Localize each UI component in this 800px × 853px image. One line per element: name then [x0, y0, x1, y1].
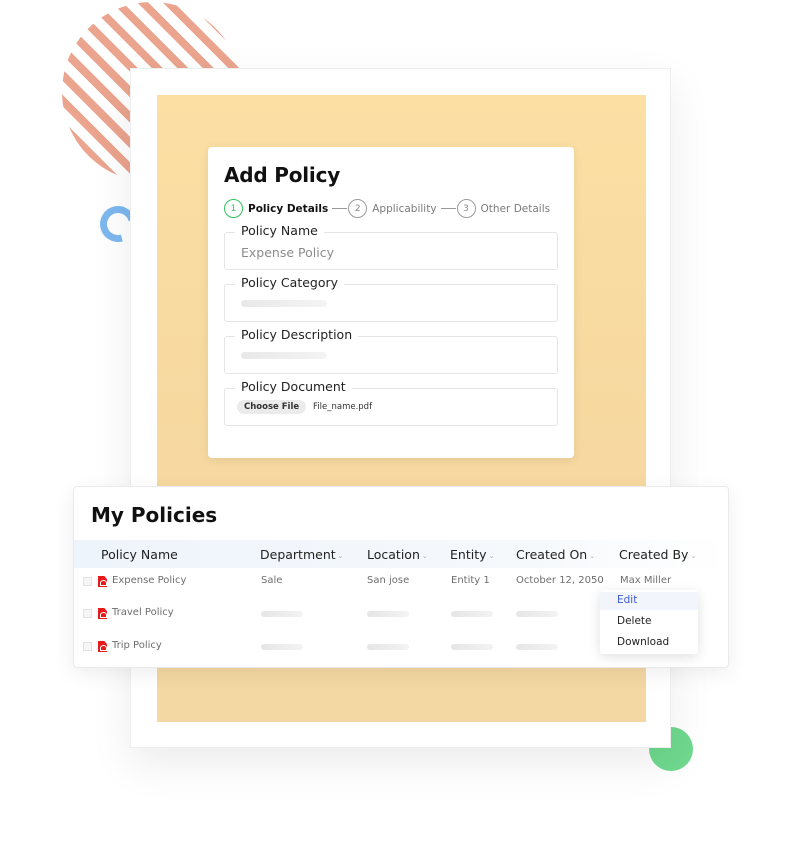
step-applicability[interactable]: 2 Applicability: [348, 199, 437, 218]
stepper: 1 Policy Details 2 Applicability 3 Other…: [224, 199, 558, 218]
column-header-created-on[interactable]: Created On ⌄: [516, 547, 595, 562]
add-policy-title: Add Policy: [224, 163, 341, 187]
menu-item-download[interactable]: Download: [617, 636, 669, 648]
column-label: Department: [260, 547, 336, 562]
policy-name-placeholder: Expense Policy: [241, 245, 334, 260]
cell-location: San jose: [367, 575, 410, 586]
chevron-down-icon: ⌄: [488, 551, 495, 560]
policy-document-label: Policy Document: [235, 379, 352, 394]
step-label: Other Details: [480, 202, 551, 215]
cell-policy-name: Expense Policy: [112, 575, 187, 586]
policy-description-label: Policy Description: [235, 327, 359, 342]
column-label: Policy Name: [101, 547, 178, 562]
cell-department: Sale: [261, 575, 283, 586]
cell-skeleton: [516, 644, 558, 650]
table-header: Policy Name Department ⌄ Location ⌄ Entity…: [74, 540, 728, 568]
cell-skeleton: [367, 644, 409, 650]
step-connector: [332, 208, 348, 209]
pdf-file-icon: [98, 608, 107, 619]
column-header-department[interactable]: Department ⌄: [260, 547, 344, 562]
placeholder-skeleton: [241, 300, 327, 307]
row-checkbox[interactable]: [83, 609, 92, 618]
cell-policy-name: Travel Policy: [112, 607, 174, 618]
column-label: Created On: [516, 547, 588, 562]
add-policy-card: Add Policy 1 Policy Details 2 Applicabil…: [208, 147, 574, 458]
step-number-icon: 2: [348, 199, 368, 218]
step-number-icon: 1: [224, 199, 243, 218]
step-policy-details[interactable]: 1 Policy Details: [224, 199, 328, 218]
column-header-location[interactable]: Location ⌄: [367, 547, 428, 562]
row-checkbox[interactable]: [83, 642, 92, 651]
step-label: Policy Details: [248, 202, 329, 215]
column-header-created-by[interactable]: Created By ⌄: [619, 547, 696, 562]
file-name: File_name.pdf: [313, 402, 373, 412]
column-label: Created By: [619, 547, 689, 562]
placeholder-skeleton: [241, 352, 327, 359]
chevron-down-icon: ⌄: [421, 551, 428, 560]
menu-hover-highlight: [600, 592, 698, 610]
cell-skeleton: [451, 644, 493, 650]
policy-name-label: Policy Name: [235, 223, 324, 238]
menu-item-delete[interactable]: Delete: [617, 615, 652, 627]
cell-skeleton: [261, 611, 303, 617]
pdf-file-icon: [98, 576, 107, 587]
cell-skeleton: [516, 611, 558, 617]
cell-entity: Entity 1: [451, 575, 490, 586]
menu-item-edit[interactable]: Edit: [617, 594, 637, 606]
cell-policy-name: Trip Policy: [112, 640, 162, 651]
row-checkbox[interactable]: [83, 577, 92, 586]
column-label: Entity: [450, 547, 487, 562]
cell-created-on: October 12, 2050: [516, 575, 604, 586]
step-number-icon: 3: [456, 199, 476, 218]
column-header-entity[interactable]: Entity ⌄: [450, 547, 494, 562]
policy-name-field[interactable]: Policy Name Expense Policy: [224, 223, 558, 270]
step-connector: [440, 208, 456, 209]
column-header-policy-name[interactable]: Policy Name: [101, 547, 178, 562]
pdf-file-icon: [98, 641, 107, 652]
chevron-down-icon: ⌄: [337, 551, 344, 560]
cell-skeleton: [367, 611, 409, 617]
cell-skeleton: [451, 611, 493, 617]
step-other-details[interactable]: 3 Other Details: [456, 199, 551, 218]
choose-file-button[interactable]: Choose File: [237, 400, 307, 414]
row-context-menu: Edit Delete Download: [600, 590, 698, 654]
my-policies-title: My Policies: [91, 503, 218, 527]
cell-created-by: Max Miller: [620, 575, 672, 586]
chevron-down-icon: ⌄: [589, 551, 596, 560]
policy-category-label: Policy Category: [235, 275, 345, 290]
cell-skeleton: [261, 644, 303, 650]
column-label: Location: [367, 547, 420, 562]
step-label: Applicability: [372, 202, 437, 215]
chevron-down-icon: ⌄: [690, 551, 697, 560]
policy-document-field: Policy Document Choose File File_name.pd…: [224, 379, 558, 426]
policy-description-field[interactable]: Policy Description: [224, 327, 558, 374]
policy-category-field[interactable]: Policy Category: [224, 275, 558, 322]
